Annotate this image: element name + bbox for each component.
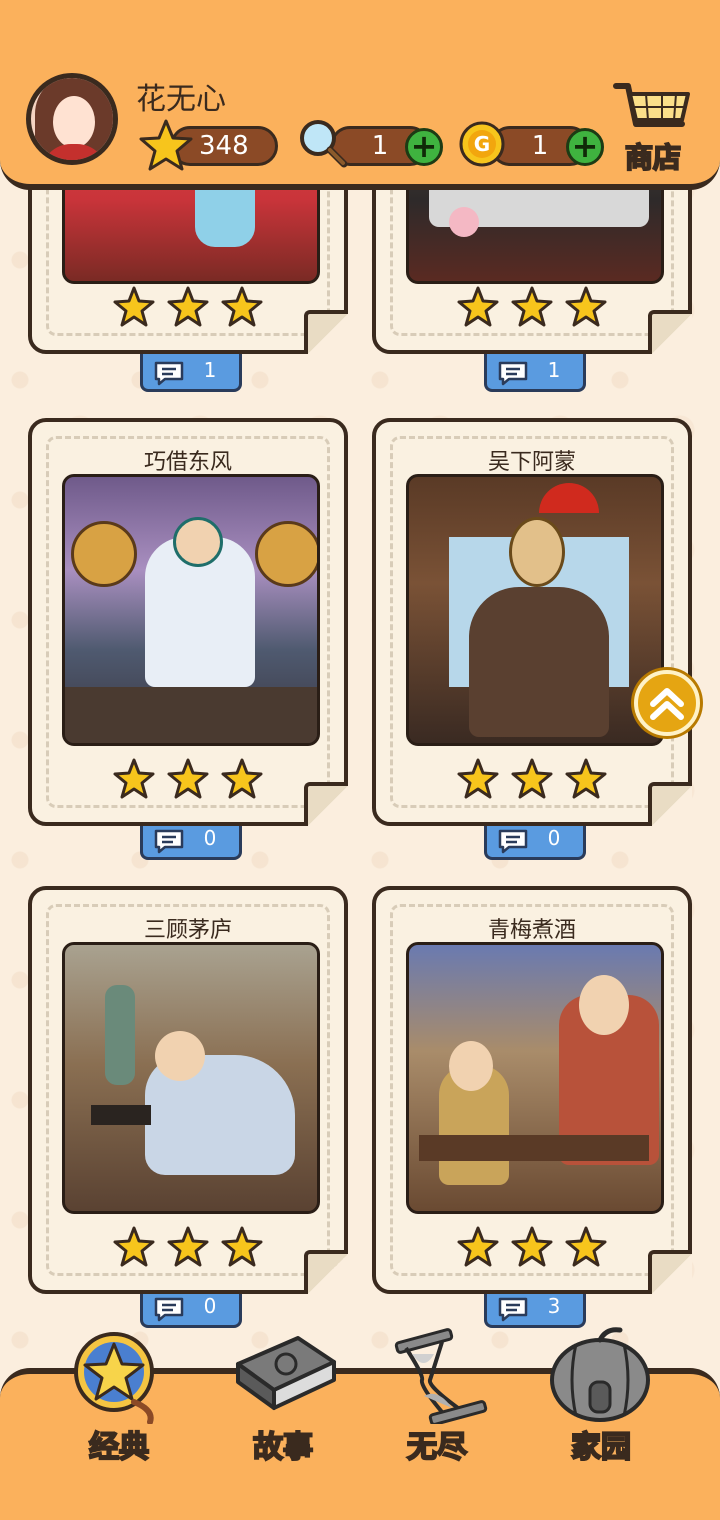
comment-tab[interactable]: 1 (484, 354, 586, 392)
level-illustration (62, 474, 320, 746)
magnifier-icon (300, 120, 348, 168)
card-stars (376, 758, 688, 804)
nav-tab-story[interactable]: 故事 (218, 1324, 348, 1466)
comment-icon (498, 829, 528, 854)
star-icon (167, 758, 209, 799)
card-title: 吴下阿蒙 (487, 450, 576, 475)
avatar[interactable] (26, 73, 118, 165)
comment-icon (154, 1297, 184, 1322)
star-icon (511, 1226, 553, 1267)
double-chevron-up-icon (650, 688, 684, 720)
star-icon (457, 758, 499, 799)
svg-text:G: G (474, 132, 490, 156)
star-icon (113, 286, 155, 327)
star-icon (139, 119, 193, 171)
shop-button[interactable]: 商店 (612, 80, 694, 175)
level-illustration (62, 942, 320, 1214)
nav-label: 家园 (570, 1429, 632, 1466)
star-icon (565, 1226, 607, 1267)
star-icon (457, 286, 499, 327)
card-stars (376, 286, 688, 332)
pumpkin-house-icon (550, 1327, 650, 1422)
nav-tab-endless[interactable]: 无尽 (372, 1324, 502, 1466)
star-icon (565, 758, 607, 799)
star-icon (511, 758, 553, 799)
card-stars (376, 1226, 688, 1272)
add-magnifier-button[interactable]: + (405, 128, 443, 166)
star-icon (457, 1226, 499, 1267)
hourglass-icon (394, 1328, 488, 1426)
card-title: 青梅煮酒 (487, 918, 576, 943)
comment-count: 1 (547, 358, 561, 382)
nav-label: 经典 (88, 1429, 150, 1466)
comment-tab[interactable]: 3 (484, 1290, 586, 1328)
coins-value: 1 (531, 131, 549, 161)
card-stars (32, 1226, 344, 1272)
level-card[interactable]: 三顾茅庐 (28, 886, 348, 1294)
card-stars (32, 286, 344, 332)
comment-icon (498, 361, 528, 386)
comment-count: 0 (547, 826, 561, 850)
comment-tab[interactable]: 1 (140, 354, 242, 392)
comment-icon (154, 829, 184, 854)
card-title: 三顾茅庐 (143, 918, 232, 943)
card-stars (32, 758, 344, 804)
book-icon (236, 1336, 336, 1410)
star-icon (565, 286, 607, 327)
comment-count: 3 (547, 1294, 561, 1318)
comment-count: 1 (203, 358, 217, 382)
magnifier-value: 1 (371, 131, 389, 161)
nav-tab-home[interactable]: 家园 (536, 1324, 666, 1466)
star-icon (221, 758, 263, 799)
comment-icon (154, 361, 184, 386)
nav-label: 故事 (252, 1429, 314, 1466)
nav-label: 无尽 (406, 1429, 468, 1466)
level-card[interactable]: 吴下阿蒙 (372, 418, 692, 826)
star-icon (167, 286, 209, 327)
comment-tab[interactable]: 0 (140, 1290, 242, 1328)
comment-icon (498, 1297, 528, 1322)
comment-tab[interactable]: 0 (140, 822, 242, 860)
star-icon (511, 286, 553, 327)
star-icon (221, 286, 263, 327)
card-title: 巧借东风 (143, 450, 232, 475)
stars-value: 348 (199, 131, 249, 161)
cart-icon (613, 83, 690, 127)
comment-tab[interactable]: 0 (484, 822, 586, 860)
bottom-nav: 经典 故事 无尽 家园 (0, 1327, 720, 1520)
username: 花无心 (136, 82, 226, 117)
add-coins-button[interactable]: + (566, 128, 604, 166)
star-icon (221, 1226, 263, 1267)
comment-count: 0 (203, 1294, 217, 1318)
star-medal-icon (74, 1332, 154, 1425)
nav-tab-classic[interactable]: 经典 (54, 1324, 184, 1466)
level-illustration (406, 474, 664, 746)
scroll-to-top-button[interactable] (634, 670, 700, 736)
star-icon (167, 1226, 209, 1267)
level-card[interactable]: 青梅煮酒 (372, 886, 692, 1294)
top-bar: 花无心 348 1 + G 1 + 商店 (0, 0, 720, 190)
shop-label: 商店 (624, 140, 682, 175)
star-icon (113, 758, 155, 799)
star-icon (113, 1226, 155, 1267)
comment-count: 0 (203, 826, 217, 850)
level-illustration (406, 942, 664, 1214)
level-card[interactable]: 巧借东风 (28, 418, 348, 826)
coin-icon: G (459, 121, 505, 167)
